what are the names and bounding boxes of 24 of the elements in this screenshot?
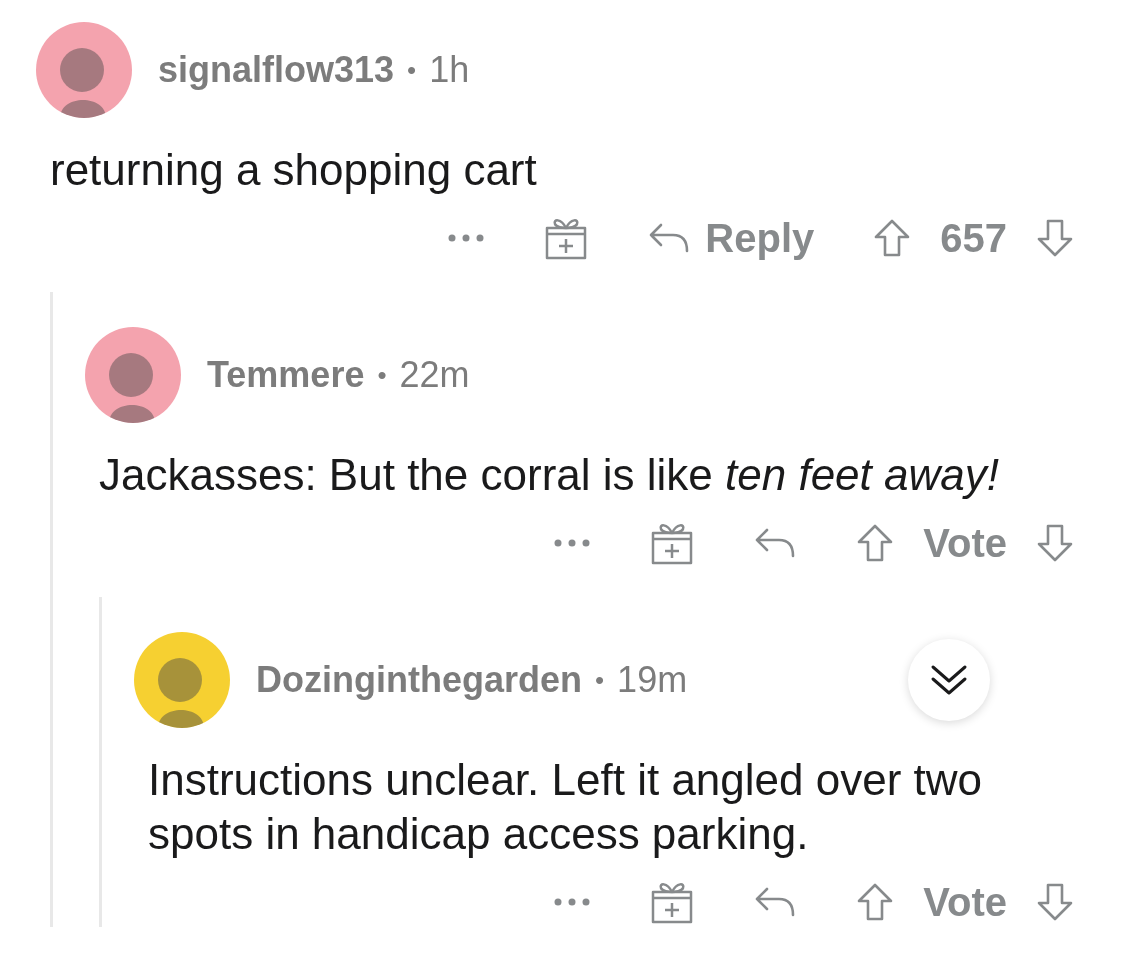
comment-text: returning a shopping cart — [49, 144, 538, 196]
downvote-icon[interactable] — [1035, 523, 1075, 563]
comment-text: Jackasses: But the corral is like ten feet away! — [98, 449, 1000, 501]
username[interactable]: Dozinginthegarden — [256, 659, 582, 701]
timestamp: 19m — [617, 659, 688, 701]
username[interactable]: Temmere — [207, 354, 365, 396]
vote-score: Vote — [923, 520, 1007, 566]
more-icon[interactable] — [553, 538, 592, 548]
more-icon[interactable] — [447, 233, 486, 243]
timestamp: 22m — [399, 354, 470, 396]
chevron-down-icon — [929, 663, 969, 697]
separator-dot: • — [377, 359, 387, 391]
comment-text: Instructions unclear. Left it angled over two spots in handicap access parking. — [147, 754, 984, 860]
vote-score: 657 — [940, 215, 1007, 261]
timestamp: 1h — [429, 49, 470, 91]
username[interactable]: signalflow313 — [158, 49, 395, 91]
downvote-icon[interactable] — [1035, 218, 1075, 258]
separator-dot: • — [595, 664, 605, 696]
vote-score: Vote — [923, 879, 1007, 925]
collapse-button[interactable] — [908, 639, 990, 721]
separator-dot: • — [407, 54, 417, 86]
more-icon[interactable] — [553, 897, 592, 907]
downvote-icon[interactable] — [1035, 882, 1075, 922]
reply-button[interactable]: Reply — [647, 215, 815, 261]
